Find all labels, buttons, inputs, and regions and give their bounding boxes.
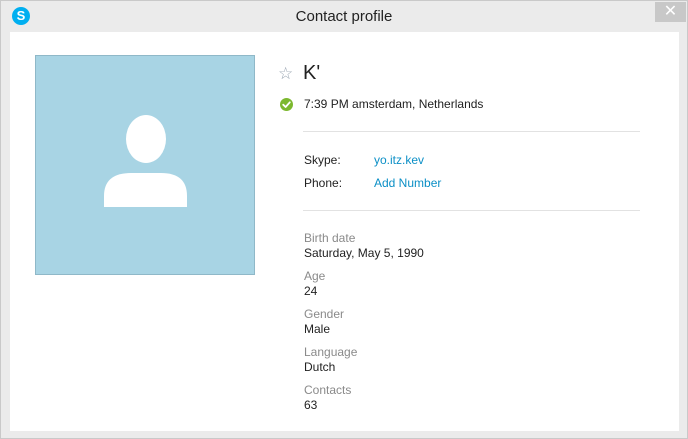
language-value: Dutch: [304, 360, 336, 374]
contact-name: K': [303, 62, 321, 84]
local-time-location: 7:39 PM amsterdam, Netherlands: [304, 97, 484, 111]
contact-profile-window: S Contact profile ✕ ☆ K' 7:39 PM amsterd…: [0, 0, 688, 439]
divider: [303, 210, 640, 211]
avatar: [35, 55, 255, 275]
add-number-link[interactable]: Add Number: [374, 176, 441, 190]
divider: [303, 131, 640, 132]
age-value: 24: [304, 284, 318, 298]
birth-date-label: Birth date: [304, 231, 356, 245]
checkmark-icon: [282, 101, 291, 108]
window-title: Contact profile: [295, 8, 393, 25]
gender-value: Male: [304, 322, 331, 336]
skype-name-link[interactable]: yo.itz.kev: [374, 153, 424, 167]
default-user-icon: [104, 115, 187, 207]
close-icon: ✕: [663, 3, 678, 20]
contacts-value: 63: [304, 398, 318, 412]
favorite-star-icon[interactable]: ☆: [278, 65, 293, 83]
close-button[interactable]: ✕: [655, 2, 686, 22]
language-label: Language: [304, 345, 358, 359]
title-bar: S Contact profile ✕: [1, 1, 687, 32]
profile-panel: ☆ K' 7:39 PM amsterdam, Netherlands Skyp…: [10, 32, 679, 431]
skype-label: Skype:: [304, 153, 341, 167]
age-label: Age: [304, 269, 326, 283]
contacts-label: Contacts: [304, 383, 352, 397]
online-status-icon: [280, 98, 293, 111]
birth-date-value: Saturday, May 5, 1990: [304, 246, 424, 260]
gender-label: Gender: [304, 307, 345, 321]
phone-label: Phone:: [304, 176, 343, 190]
